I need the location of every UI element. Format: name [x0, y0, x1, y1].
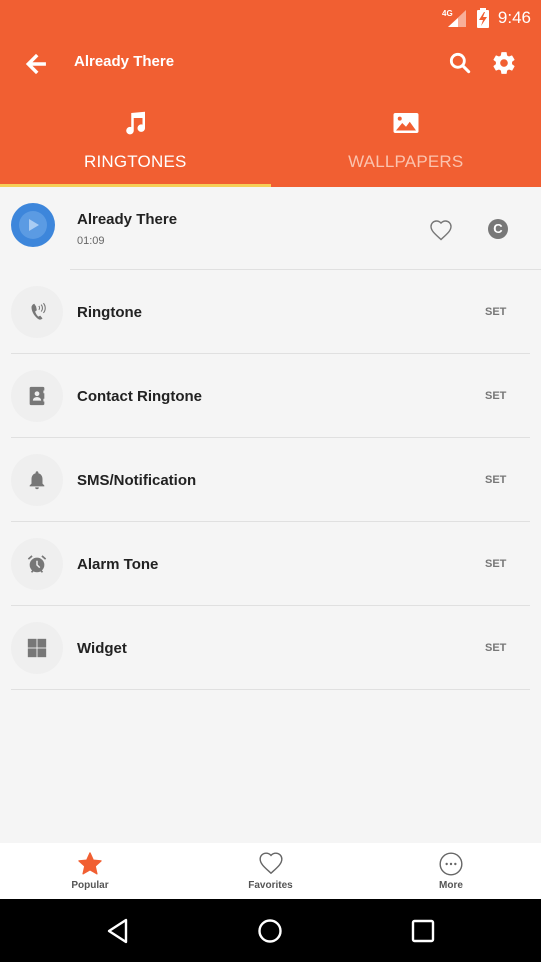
system-recents-icon[interactable]	[409, 917, 437, 945]
option-label: SMS/Notification	[77, 472, 197, 489]
option-label: Contact Ringtone	[77, 388, 202, 405]
gear-icon[interactable]	[491, 50, 517, 76]
set-button[interactable]: SET	[485, 474, 506, 486]
signal-icon: 4G	[442, 9, 466, 27]
tab-bar: RINGTONES WALLPAPERS	[0, 92, 541, 187]
copyright-c-icon[interactable]: C	[488, 219, 508, 239]
music-note-icon	[126, 111, 146, 135]
player-row: Already There 01:09 C	[0, 187, 541, 270]
tab-label: WALLPAPERS	[348, 152, 464, 171]
nav-label: Favorites	[248, 880, 293, 891]
more-dots-icon	[439, 852, 463, 876]
option-label: Alarm Tone	[77, 556, 159, 573]
tab-label: RINGTONES	[83, 152, 187, 171]
option-widget[interactable]: Widget SET	[0, 606, 541, 690]
nav-popular[interactable]: Popular	[0, 843, 180, 899]
tab-ringtones[interactable]: RINGTONES	[0, 92, 271, 187]
page-title: Already There	[74, 53, 175, 70]
system-back-icon[interactable]	[104, 917, 132, 945]
app-bar: Already There	[0, 36, 541, 92]
option-contact-ringtone[interactable]: Contact Ringtone SET	[0, 354, 541, 438]
nav-more[interactable]: More	[361, 843, 541, 899]
song-title: Already There	[77, 211, 178, 228]
set-button[interactable]: SET	[485, 558, 506, 570]
contact-book-icon	[29, 386, 46, 406]
option-label: Widget	[77, 640, 127, 657]
battery-charging-icon	[476, 8, 489, 28]
play-button[interactable]	[11, 203, 55, 247]
option-sms-notification[interactable]: SMS/Notification SET	[0, 438, 541, 522]
back-arrow-icon[interactable]	[22, 50, 50, 78]
system-home-icon[interactable]	[256, 917, 284, 945]
set-button[interactable]: SET	[485, 642, 506, 654]
bottom-navigation: Popular Favorites More	[0, 843, 541, 899]
image-icon	[393, 113, 419, 133]
option-alarm-tone[interactable]: Alarm Tone SET	[0, 522, 541, 606]
status-bar: 4G 9:46	[0, 0, 541, 36]
heart-icon	[258, 852, 283, 875]
bell-icon	[29, 471, 45, 490]
play-icon	[29, 219, 39, 231]
alarm-clock-icon	[27, 555, 47, 573]
song-duration: 01:09	[77, 235, 105, 247]
phone-ring-icon	[31, 302, 46, 320]
favorite-heart-icon[interactable]	[429, 219, 453, 241]
nav-label: More	[439, 880, 463, 891]
ringtone-detail-list: Already There 01:09 C Ringtone SET Conta…	[0, 187, 541, 843]
widget-grid-icon	[27, 638, 47, 658]
option-label: Ringtone	[77, 304, 142, 321]
option-ringtone[interactable]: Ringtone SET	[0, 270, 541, 354]
set-button[interactable]: SET	[485, 306, 506, 318]
nav-favorites[interactable]: Favorites	[180, 843, 361, 899]
system-navigation-bar	[0, 899, 541, 962]
star-icon	[78, 852, 102, 875]
clock: 9:46	[497, 8, 531, 27]
tab-wallpapers[interactable]: WALLPAPERS	[271, 92, 541, 187]
search-icon[interactable]	[447, 50, 473, 76]
svg-text:4G: 4G	[442, 9, 453, 18]
set-button[interactable]: SET	[485, 390, 506, 402]
status-icons: 4G 9:46	[442, 0, 531, 36]
divider	[11, 689, 530, 690]
nav-label: Popular	[71, 880, 109, 891]
